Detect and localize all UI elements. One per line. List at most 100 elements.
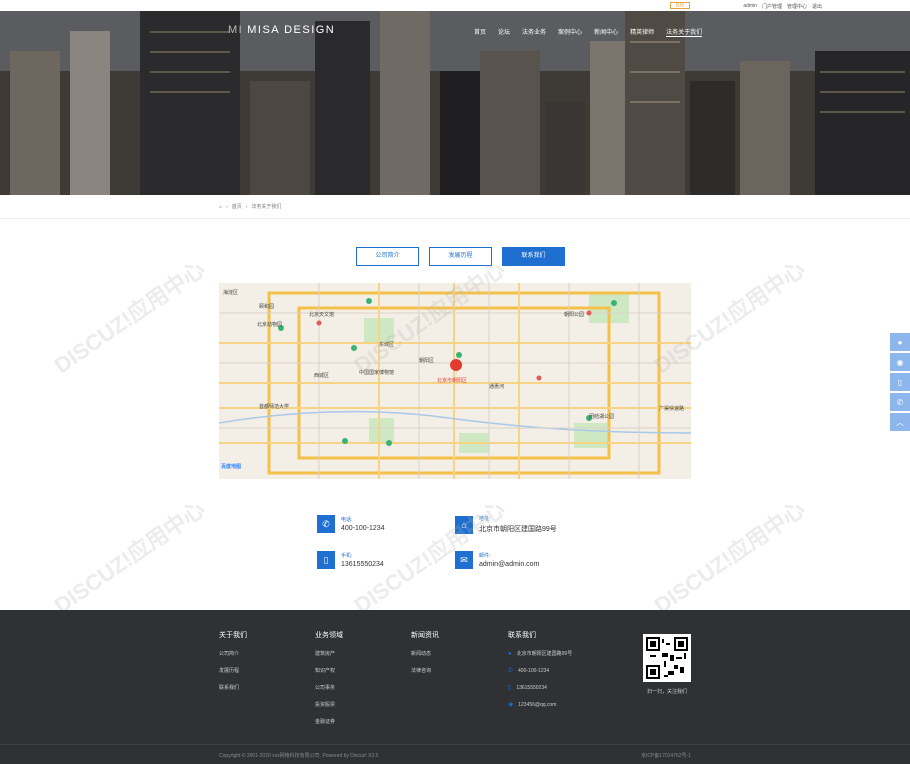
phone-value[interactable]: 400-100-1234 <box>341 525 385 532</box>
footer-link[interactable]: 知识产权 <box>315 667 343 674</box>
footer-mobile: 13615550234 <box>516 684 547 691</box>
logout-link[interactable]: 退出 <box>812 3 822 10</box>
contact-address: ⌂ 地址: 北京市朝阳区建国路99号 <box>455 515 557 534</box>
breadcrumb: ⌂ › 首页 › 法务关于我们 <box>219 203 282 211</box>
phone-label: 电话: <box>341 517 353 523</box>
footer-link[interactable]: 建筑房产 <box>315 650 343 657</box>
mail-icon: ✉ <box>455 551 473 569</box>
footer-link[interactable]: 公司事务 <box>315 684 343 691</box>
footer-address: 北京市朝阳区建国路99号 <box>516 651 573 657</box>
footer-col-about: 关于我们 公司简介 发展历程 联系我们 <box>219 630 247 701</box>
hero-banner: MI MISA DESIGN 首页 论坛 法务业务 案例中心 新闻中心 精英律师 … <box>0 11 910 195</box>
footer-link[interactable]: 金融证券 <box>315 718 343 725</box>
map-label: 朝阳公园 <box>564 312 585 318</box>
footer: 关于我们 公司简介 发展历程 联系我们 业务领域 建筑房产 知识产权 公司事务 … <box>0 610 910 764</box>
footer-phone: 400-100-1234 <box>518 667 550 674</box>
map-label: 北京市朝阳区 <box>437 378 468 384</box>
nav-news[interactable]: 新闻中心 <box>594 27 618 37</box>
map-label: 团结湖公园 <box>589 414 615 420</box>
map-label: 海淀区 <box>223 290 239 296</box>
mobile-icon: ▯ <box>317 551 335 569</box>
footer-col-news: 新闻资讯 新闻动态 法律咨询 <box>411 630 439 684</box>
admin-center-link[interactable]: 管理中心 <box>787 3 807 10</box>
nav-home[interactable]: 首页 <box>474 27 486 37</box>
mobile-icon: ▯ <box>508 685 512 691</box>
qq-icon: ◉ <box>508 702 514 708</box>
home-icon: ⌂ <box>455 515 473 534</box>
divider <box>0 218 910 219</box>
email-label: 邮件: <box>479 553 491 559</box>
contact-phone: ✆ 电话: 400-100-1234 <box>317 515 385 533</box>
nav-legal-business[interactable]: 法务业务 <box>522 27 546 37</box>
wechat-icon[interactable]: ◉ <box>890 353 910 371</box>
footer-col-business: 业务领域 建筑房产 知识产权 公司事务 投资股票 金融证券 <box>315 630 343 735</box>
map-label: 广渠快速路 <box>659 406 685 412</box>
diy-button[interactable]: DIY <box>670 2 690 9</box>
logo-text: MISA DESIGN <box>247 24 336 36</box>
footer-heading: 联系我们 <box>508 632 536 639</box>
footer-link[interactable]: 投资股票 <box>315 701 343 708</box>
footer-divider <box>0 744 910 745</box>
map-label: 东城区 <box>379 342 395 348</box>
tab-contact[interactable]: 联系我们 <box>502 247 565 266</box>
footer-col-contact: 联系我们 ● 北京市朝阳区建国路99号 ✆ 400-100-1234 ▯ 136155… <box>508 630 572 718</box>
tab-company-intro[interactable]: 公司简介 <box>356 247 419 266</box>
mobile-icon[interactable]: ▯ <box>890 373 910 391</box>
portal-admin-link[interactable]: 门户管理 <box>762 3 782 10</box>
email-value[interactable]: admin@admin.com <box>479 561 539 568</box>
footer-link[interactable]: 公司简介 <box>219 650 247 657</box>
location-map[interactable]: 海淀区 东城区 朝阳区 西城区 北京天文馆 北京动物园 颐和园 北京市朝阳区 中… <box>219 283 691 479</box>
city-skyline-image <box>0 11 910 195</box>
top-bar: admin 门户管理 管理中心 退出 DIY <box>0 0 910 11</box>
qq-icon[interactable]: ● <box>890 333 910 351</box>
mobile-label: 手机: <box>341 553 353 559</box>
footer-link[interactable]: 联系我们 <box>219 684 247 691</box>
copyright: Copyright © 2001-2020 xxx网络科技有限公司. Power… <box>219 753 379 759</box>
footer-heading: 新闻资讯 <box>411 632 439 639</box>
tab-history[interactable]: 发展历程 <box>429 247 492 266</box>
map-label: 西城区 <box>314 373 330 379</box>
address-label: 地址: <box>479 516 491 522</box>
back-to-top-icon[interactable]: ︿ <box>890 413 910 431</box>
main-nav: 首页 论坛 法务业务 案例中心 新闻中心 精英律师 法务关于我们 <box>474 27 703 37</box>
nav-lawyers[interactable]: 精英律师 <box>630 27 654 37</box>
icp-number[interactable]: 京ICP备17014762号-1 <box>641 752 691 759</box>
map-label: 首都师范大学 <box>259 404 290 410</box>
top-links: admin 门户管理 管理中心 退出 <box>743 3 822 10</box>
map-label: 朝阳区 <box>419 358 435 364</box>
home-icon[interactable]: ⌂ <box>219 204 222 210</box>
logo-mark: MI <box>228 24 244 36</box>
map-label: 通惠河 <box>489 384 505 390</box>
nav-cases[interactable]: 案例中心 <box>558 27 582 37</box>
contact-email: ✉ 邮件: admin@admin.com <box>455 551 539 569</box>
qr-code-image <box>646 637 688 679</box>
phone-icon[interactable]: ✆ <box>890 393 910 411</box>
location-icon: ● <box>508 650 512 657</box>
footer-heading: 业务领域 <box>315 632 343 639</box>
mobile-value[interactable]: 13615550234 <box>341 561 384 568</box>
map-label: 颐和园 <box>259 304 275 310</box>
footer-link[interactable]: 法律咨询 <box>411 667 439 674</box>
footer-email: 123456@qq.com <box>518 701 557 708</box>
nav-about[interactable]: 法务关于我们 <box>666 27 703 37</box>
watermark: DISCUZ!应用中心 <box>49 496 210 619</box>
nav-forum[interactable]: 论坛 <box>498 27 510 37</box>
qr-code <box>643 634 691 682</box>
floating-sidebar: ● ◉ ▯ ✆ ︿ <box>890 333 910 431</box>
footer-link[interactable]: 新闻动态 <box>411 650 439 657</box>
map-label: 北京动物园 <box>257 322 283 328</box>
phone-icon: ✆ <box>317 515 335 533</box>
contact-mobile: ▯ 手机: 13615550234 <box>317 551 384 569</box>
map-label: 中国国家博物馆 <box>359 370 395 376</box>
footer-heading: 关于我们 <box>219 632 247 639</box>
watermark: DISCUZ!应用中心 <box>649 496 810 619</box>
about-tabs: 公司简介 发展历程 联系我们 <box>356 247 565 266</box>
watermark: DISCUZ!应用中心 <box>49 256 210 379</box>
map-baidu-logo: 百度地图 <box>221 464 242 470</box>
map-label: 北京天文馆 <box>309 312 335 318</box>
footer-link[interactable]: 发展历程 <box>219 667 247 674</box>
site-logo[interactable]: MI MISA DESIGN <box>228 24 335 36</box>
breadcrumb-home[interactable]: 首页 <box>232 203 242 210</box>
breadcrumb-current: 法务关于我们 <box>251 204 282 210</box>
username-link[interactable]: admin <box>743 3 757 10</box>
